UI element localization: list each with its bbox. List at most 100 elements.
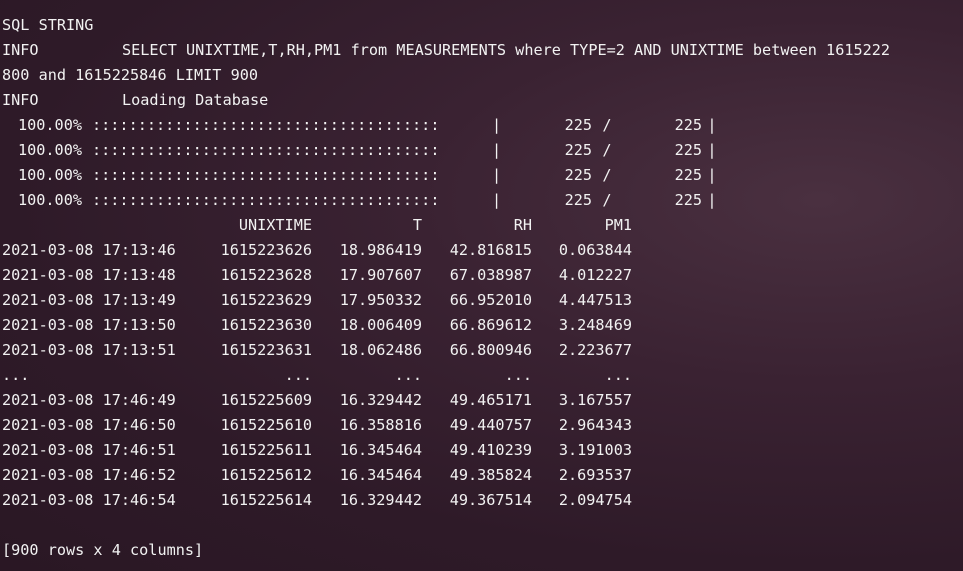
sql-header-line: SQL STRING bbox=[2, 16, 94, 34]
sql-query-line: INFO SELECT UNIXTIME,T,RH,PM1 from MEASUR… bbox=[2, 38, 963, 63]
cell-unixtime: 1615225614 bbox=[220, 491, 312, 509]
progress-slash: / bbox=[602, 141, 612, 159]
progress-current: 225 bbox=[564, 116, 592, 134]
table-row: 2021-03-08 17:46:54 1615225614 16.329442 49… bbox=[2, 488, 963, 513]
cell-timestamp: 2021-03-08 17:46:49 bbox=[2, 391, 176, 409]
cell-timestamp: 2021-03-08 17:13:46 bbox=[2, 241, 176, 259]
cell-pm1: 2.094754 bbox=[558, 491, 632, 509]
cell-timestamp: 2021-03-08 17:46:54 bbox=[2, 491, 176, 509]
progress-total: 225 bbox=[674, 166, 702, 184]
progress-percent: 100.00% bbox=[17, 141, 82, 159]
progress-total: 225 bbox=[674, 191, 702, 209]
cell-timestamp: 2021-03-08 17:13:50 bbox=[2, 316, 176, 334]
cell-pm1: 3.191003 bbox=[558, 441, 632, 459]
cell-t: ... bbox=[394, 366, 422, 384]
log-tag: INFO bbox=[2, 91, 39, 109]
progress-percent: 100.00% bbox=[17, 166, 82, 184]
log-tag: INFO bbox=[2, 41, 39, 59]
table-row: 2021-03-08 17:46:51 1615225611 16.345464 49… bbox=[2, 438, 963, 463]
cell-timestamp: 2021-03-08 17:46:50 bbox=[2, 416, 176, 434]
cell-t: 16.329442 bbox=[339, 391, 422, 409]
table-header: UNIXTIME T RH PM1 bbox=[2, 213, 963, 238]
progress-bar: :::::::::::::::::::::::::::::::::::::: bbox=[92, 141, 440, 159]
column-header-pm1: PM1 bbox=[604, 216, 632, 234]
table-row: 2021-03-08 17:13:50 1615223630 18.006409 66… bbox=[2, 313, 963, 338]
cell-t: 16.329442 bbox=[339, 491, 422, 509]
progress-slash: / bbox=[602, 166, 612, 184]
cell-t: 16.345464 bbox=[339, 466, 422, 484]
cell-unixtime: ... bbox=[284, 366, 312, 384]
cell-timestamp: 2021-03-08 17:46:52 bbox=[2, 466, 176, 484]
table-row: 2021-03-08 17:46:50 1615225610 16.358816 49… bbox=[2, 413, 963, 438]
cell-unixtime: 1615223628 bbox=[220, 266, 312, 284]
cell-t: 16.345464 bbox=[339, 441, 422, 459]
progress-bar: :::::::::::::::::::::::::::::::::::::: bbox=[92, 116, 440, 134]
cell-rh: 49.465171 bbox=[449, 391, 532, 409]
cell-pm1: ... bbox=[604, 366, 632, 384]
column-header-unixtime: UNIXTIME bbox=[238, 216, 312, 234]
progress-list: 100.00%:::::::::::::::::::::::::::::::::… bbox=[2, 113, 963, 213]
sql-query-text: SELECT UNIXTIME,T,RH,PM1 from MEASUREMEN… bbox=[122, 41, 891, 59]
cell-unixtime: 1615223631 bbox=[220, 341, 312, 359]
cell-timestamp: 2021-03-08 17:13:49 bbox=[2, 291, 176, 309]
progress-end: | bbox=[707, 191, 717, 209]
cell-rh: 49.385824 bbox=[449, 466, 532, 484]
cell-rh: 66.952010 bbox=[449, 291, 532, 309]
progress-line: 100.00%:::::::::::::::::::::::::::::::::… bbox=[2, 138, 963, 163]
progress-line: 100.00%:::::::::::::::::::::::::::::::::… bbox=[2, 188, 963, 213]
progress-slash: / bbox=[602, 116, 612, 134]
table-row: 2021-03-08 17:13:46 1615223626 18.986419 42… bbox=[2, 238, 963, 263]
cell-timestamp: 2021-03-08 17:13:48 bbox=[2, 266, 176, 284]
loading-message: Loading Database bbox=[122, 91, 269, 109]
progress-separator: | bbox=[492, 116, 502, 134]
cell-pm1: 2.223677 bbox=[558, 341, 632, 359]
cell-t: 17.950332 bbox=[339, 291, 422, 309]
cell-timestamp: 2021-03-08 17:13:51 bbox=[2, 341, 176, 359]
cell-pm1: 3.167557 bbox=[558, 391, 632, 409]
cell-rh: 49.440757 bbox=[449, 416, 532, 434]
progress-separator: | bbox=[492, 191, 502, 209]
progress-current: 225 bbox=[564, 191, 592, 209]
progress-current: 225 bbox=[564, 141, 592, 159]
progress-total: 225 bbox=[674, 116, 702, 134]
cell-rh: 67.038987 bbox=[449, 266, 532, 284]
cell-pm1: 3.248469 bbox=[558, 316, 632, 334]
cell-pm1: 4.012227 bbox=[558, 266, 632, 284]
progress-line: 100.00%:::::::::::::::::::::::::::::::::… bbox=[2, 163, 963, 188]
cell-pm1: 0.063844 bbox=[558, 241, 632, 259]
cell-rh: 66.869612 bbox=[449, 316, 532, 334]
cell-pm1: 2.964343 bbox=[558, 416, 632, 434]
cell-unixtime: 1615225611 bbox=[220, 441, 312, 459]
progress-percent: 100.00% bbox=[17, 191, 82, 209]
cell-unixtime: 1615225612 bbox=[220, 466, 312, 484]
progress-bar: :::::::::::::::::::::::::::::::::::::: bbox=[92, 166, 440, 184]
cell-t: 17.907607 bbox=[339, 266, 422, 284]
cell-unixtime: 1615223630 bbox=[220, 316, 312, 334]
column-header-rh: RH bbox=[513, 216, 532, 234]
cell-timestamp: ... bbox=[2, 366, 30, 384]
progress-separator: | bbox=[492, 141, 502, 159]
cell-rh: 42.816815 bbox=[449, 241, 532, 259]
sql-query-continuation: 800 and 1615225846 LIMIT 900 bbox=[2, 66, 259, 84]
cell-rh: 66.800946 bbox=[449, 341, 532, 359]
cell-t: 18.062486 bbox=[339, 341, 422, 359]
cell-t: 18.006409 bbox=[339, 316, 422, 334]
progress-end: | bbox=[707, 141, 717, 159]
terminal-output[interactable]: SQL STRING INFO SELECT UNIXTIME,T,RH,PM1 … bbox=[2, 13, 963, 569]
cell-unixtime: 1615225610 bbox=[220, 416, 312, 434]
dataframe-table: UNIXTIME T RH PM1 2021-03-08 17:13:46 1615223… bbox=[2, 213, 963, 513]
loading-line: INFO Loading Database bbox=[2, 88, 963, 113]
cell-rh: 49.410239 bbox=[449, 441, 532, 459]
progress-end: | bbox=[707, 166, 717, 184]
cell-unixtime: 1615223626 bbox=[220, 241, 312, 259]
progress-slash: / bbox=[602, 191, 612, 209]
table-summary: [900 rows x 4 columns] bbox=[2, 541, 204, 559]
cell-rh: ... bbox=[504, 366, 532, 384]
table-row: ............... bbox=[2, 363, 963, 388]
cell-pm1: 4.447513 bbox=[558, 291, 632, 309]
cell-pm1: 2.693537 bbox=[558, 466, 632, 484]
table-row: 2021-03-08 17:13:49 1615223629 17.950332 66… bbox=[2, 288, 963, 313]
cell-t: 18.986419 bbox=[339, 241, 422, 259]
progress-percent: 100.00% bbox=[17, 116, 82, 134]
